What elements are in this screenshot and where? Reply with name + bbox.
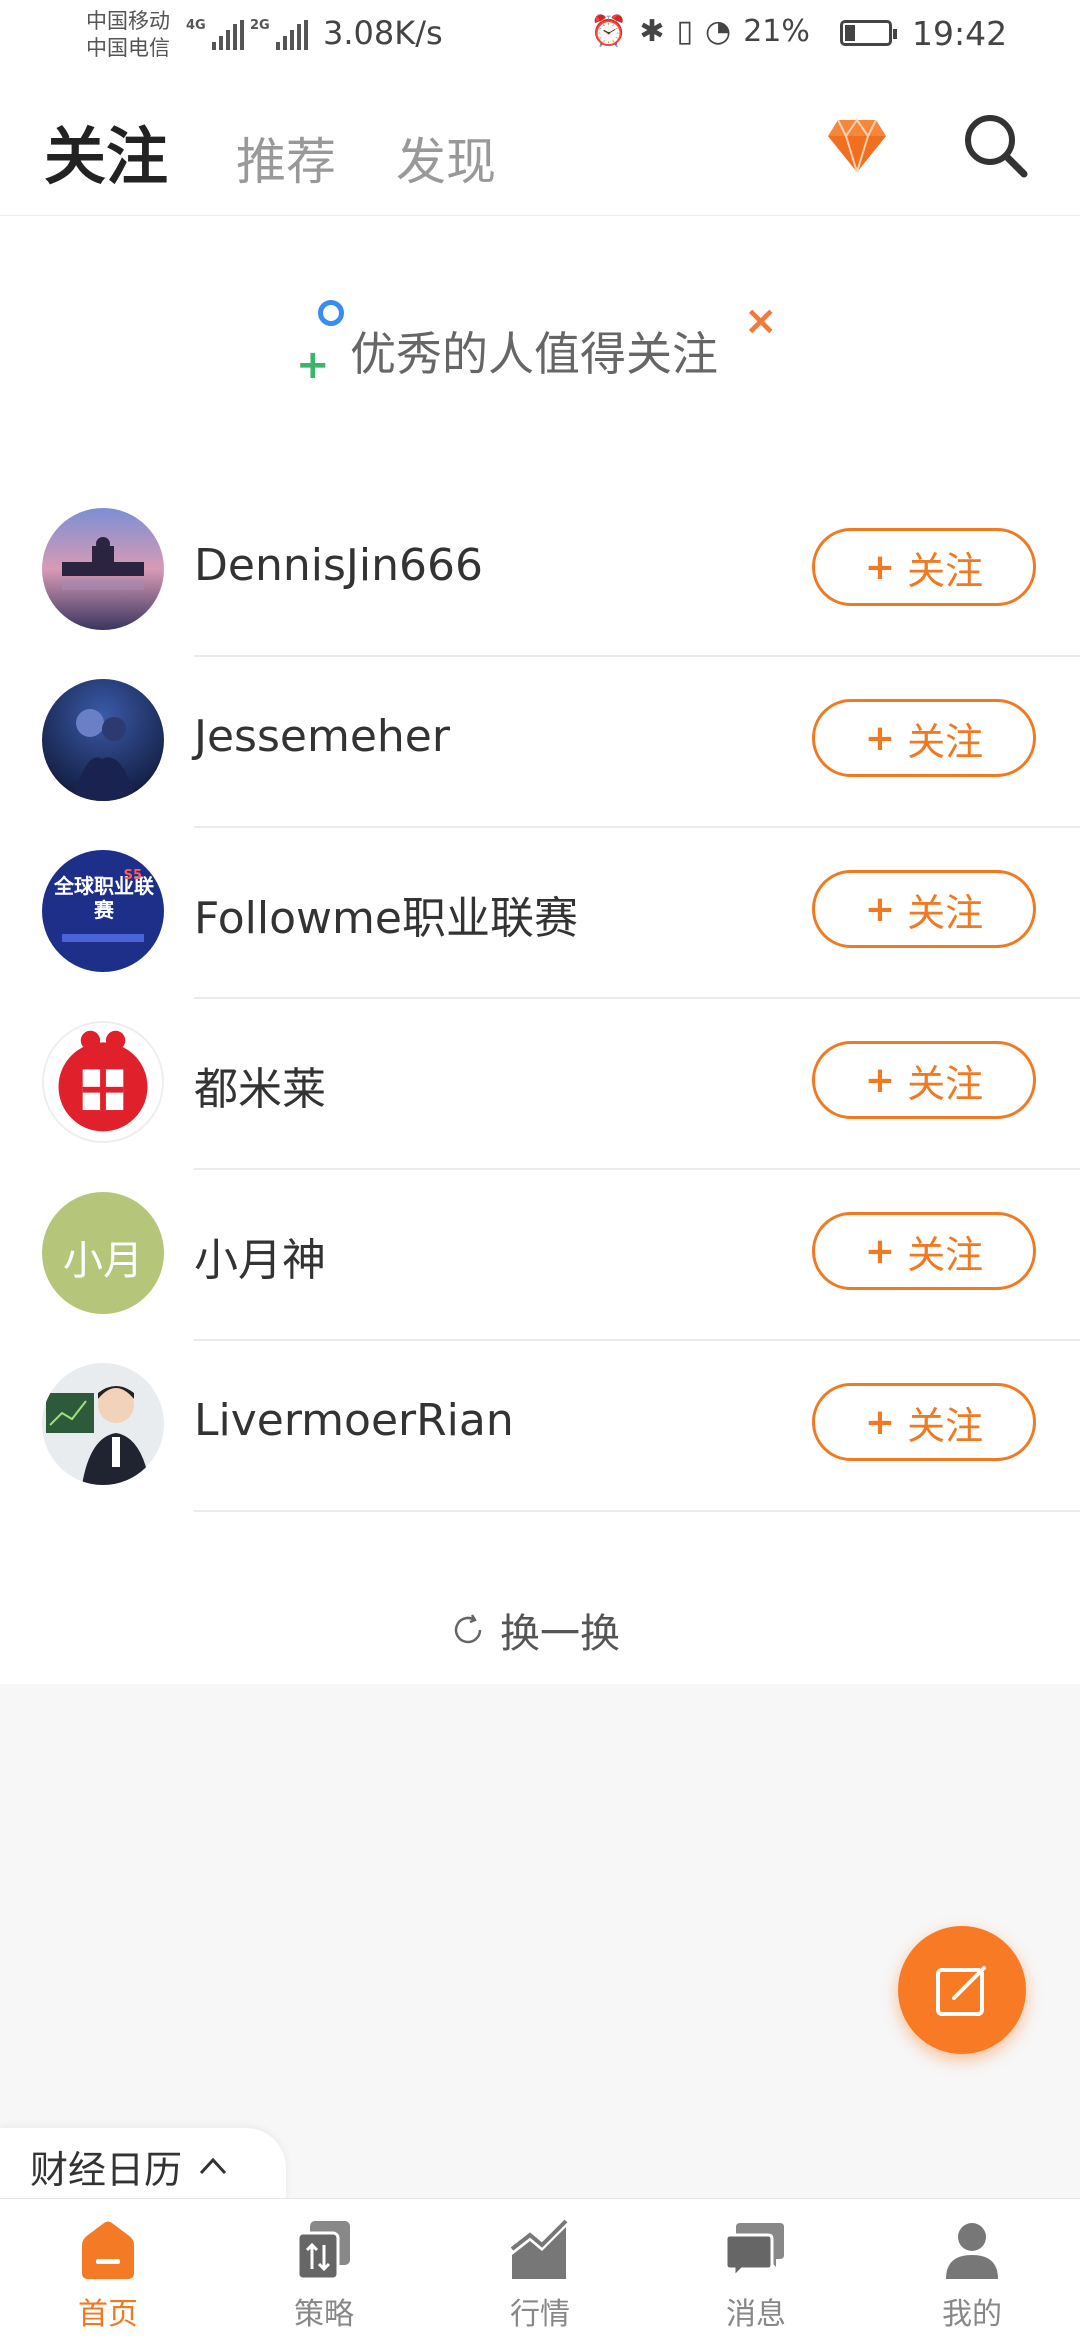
nav-market[interactable]: 行情 (432, 2199, 648, 2341)
username[interactable]: 都米莱 (194, 1053, 326, 1117)
diamond-icon[interactable] (826, 116, 888, 176)
avatar[interactable] (42, 508, 164, 630)
finance-calendar-label: 财经日历 (30, 2147, 183, 2192)
vibrate-icon: ▯ (676, 14, 694, 49)
strategy-icon (296, 2221, 350, 2281)
carrier-2: 中国电信 (86, 36, 170, 60)
top-header: 关注 推荐 发现 (0, 72, 1080, 216)
speed-icon: ◔ (705, 14, 732, 49)
battery-percent: 21% (743, 14, 810, 49)
user-row[interactable]: LivermoerRian + 关注 (0, 1341, 1080, 1512)
nav-profile[interactable]: 我的 (864, 2199, 1080, 2341)
avatar[interactable] (42, 679, 164, 801)
nav-messages[interactable]: 消息 (648, 2199, 864, 2341)
finance-calendar-toggle[interactable]: 财经日历 (0, 2128, 286, 2204)
circle-decoration-icon (318, 300, 344, 326)
compose-button[interactable] (898, 1926, 1026, 2054)
tab-following[interactable]: 关注 (44, 106, 168, 196)
username[interactable]: Followme职业联赛 (194, 882, 578, 946)
banner: + 优秀的人值得关注 × (0, 296, 1080, 406)
nav-home[interactable]: 首页 (0, 2199, 216, 2341)
alarm-icon: ⏰ (590, 14, 628, 49)
clock: 19:42 (912, 14, 1008, 53)
follow-button[interactable]: + 关注 (812, 870, 1036, 948)
carrier-1: 中国移动 (86, 9, 170, 33)
net-speed: 3.08K/s (323, 14, 443, 52)
avatar[interactable] (42, 1021, 164, 1143)
market-icon (510, 2219, 568, 2279)
search-icon[interactable] (960, 110, 1030, 180)
recommend-users-card: + 优秀的人值得关注 × DennisJin666 + 关注 Jessemehe… (0, 216, 1080, 1684)
home-icon (82, 2221, 134, 2279)
follow-button[interactable]: + 关注 (812, 1383, 1036, 1461)
follow-button[interactable]: + 关注 (812, 699, 1036, 777)
follow-button[interactable]: + 关注 (812, 1212, 1036, 1290)
tab-recommend[interactable]: 推荐 (236, 122, 336, 194)
carrier-info: 中国移动 中国电信 (86, 8, 170, 62)
refresh-button[interactable]: 换一换 (450, 1600, 620, 1660)
avatar[interactable] (42, 1363, 164, 1485)
follow-button[interactable]: + 关注 (812, 528, 1036, 606)
bottom-nav: 首页 策略 行情 消息 我的 (0, 2198, 1080, 2341)
user-row[interactable]: Jessemeher + 关注 (0, 657, 1080, 828)
status-bar: 中国移动 中国电信 4G 2G 3.08K/s ⏰ ✱ ▯ ◔ 21% 19:4… (0, 0, 1080, 72)
user-row[interactable]: DennisJin666 + 关注 (0, 486, 1080, 657)
user-row[interactable]: 小月 小月神 + 关注 (0, 1170, 1080, 1341)
nav-strategy[interactable]: 策略 (216, 2199, 432, 2341)
avatar[interactable]: 全球职业联赛 S5 (42, 850, 164, 972)
signal-icon-2: 2G (250, 18, 308, 50)
refresh-label: 换一换 (500, 1611, 620, 1657)
user-row[interactable]: 全球职业联赛 S5 Followme职业联赛 + 关注 (0, 828, 1080, 999)
user-list: DennisJin666 + 关注 Jessemeher + 关注 全球职业联赛… (0, 486, 1080, 1512)
username[interactable]: 小月神 (194, 1224, 326, 1288)
username[interactable]: LivermoerRian (194, 1395, 514, 1446)
avatar[interactable]: 小月 (42, 1192, 164, 1314)
banner-title: 优秀的人值得关注 (350, 327, 718, 381)
user-row[interactable]: 都米莱 + 关注 (0, 999, 1080, 1170)
profile-icon (946, 2223, 998, 2279)
username[interactable]: Jessemeher (194, 711, 450, 762)
refresh-icon (454, 1614, 482, 1644)
system-icons: ⏰ ✱ ▯ ◔ 21% (590, 14, 810, 49)
divider (194, 1510, 1080, 1512)
tab-discover[interactable]: 发现 (396, 122, 496, 194)
follow-button[interactable]: + 关注 (812, 1041, 1036, 1119)
plus-decoration-icon: + (296, 342, 330, 388)
username[interactable]: DennisJin666 (194, 540, 483, 591)
chevron-up-icon (199, 2157, 227, 2175)
sparkle-decoration-icon: × (744, 298, 778, 344)
message-icon (724, 2223, 784, 2281)
battery-icon (840, 20, 897, 46)
bluetooth-icon: ✱ (639, 14, 665, 49)
signal-icon-1: 4G (186, 18, 244, 50)
edit-icon (936, 1966, 986, 2016)
